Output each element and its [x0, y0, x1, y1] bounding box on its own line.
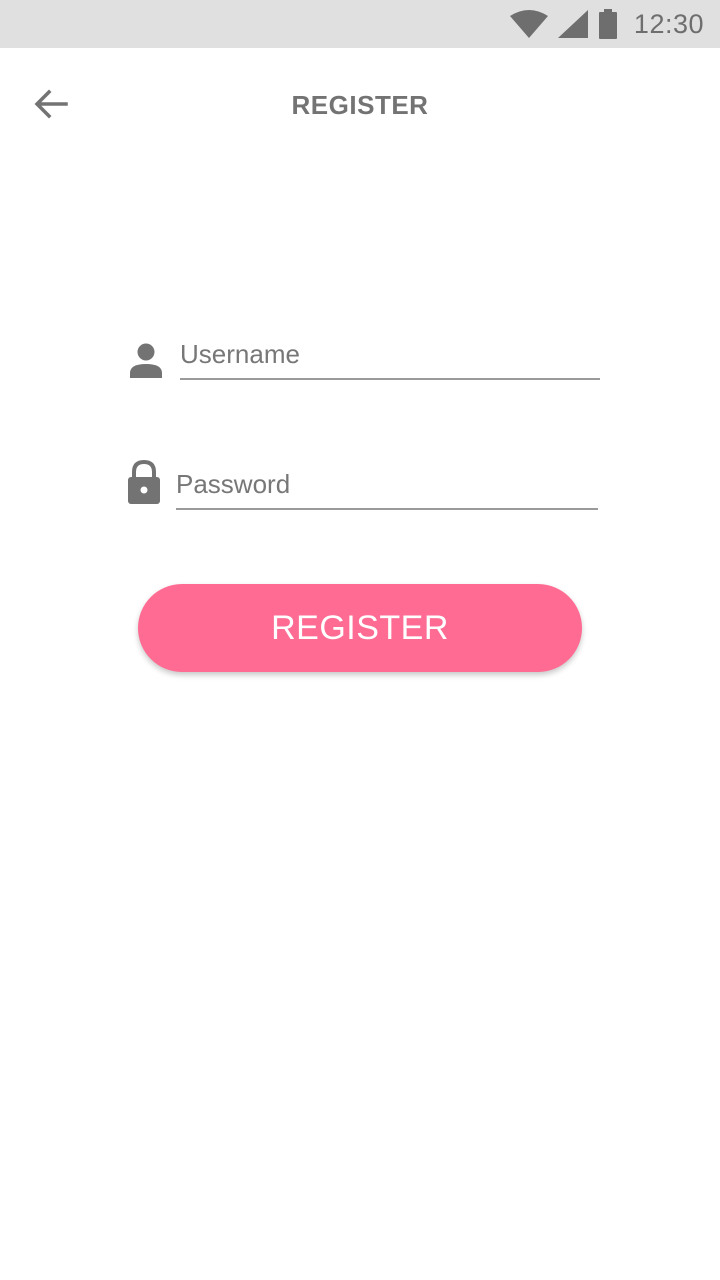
signal-icon: [557, 10, 588, 38]
battery-icon: [598, 9, 618, 39]
lock-icon: [126, 460, 162, 506]
app-bar: REGISTER: [0, 48, 720, 160]
page-title: REGISTER: [291, 90, 429, 120]
password-field: [124, 460, 604, 520]
status-time: 12:30: [633, 8, 704, 39]
username-input[interactable]: [180, 338, 600, 380]
register-button[interactable]: REGISTER: [138, 584, 582, 672]
password-input[interactable]: [176, 468, 598, 510]
status-icons: 12:30: [509, 0, 704, 48]
status-bar: 12:30: [0, 0, 720, 48]
person-icon: [128, 342, 164, 378]
wifi-icon: [509, 10, 548, 38]
username-field: [126, 330, 606, 390]
